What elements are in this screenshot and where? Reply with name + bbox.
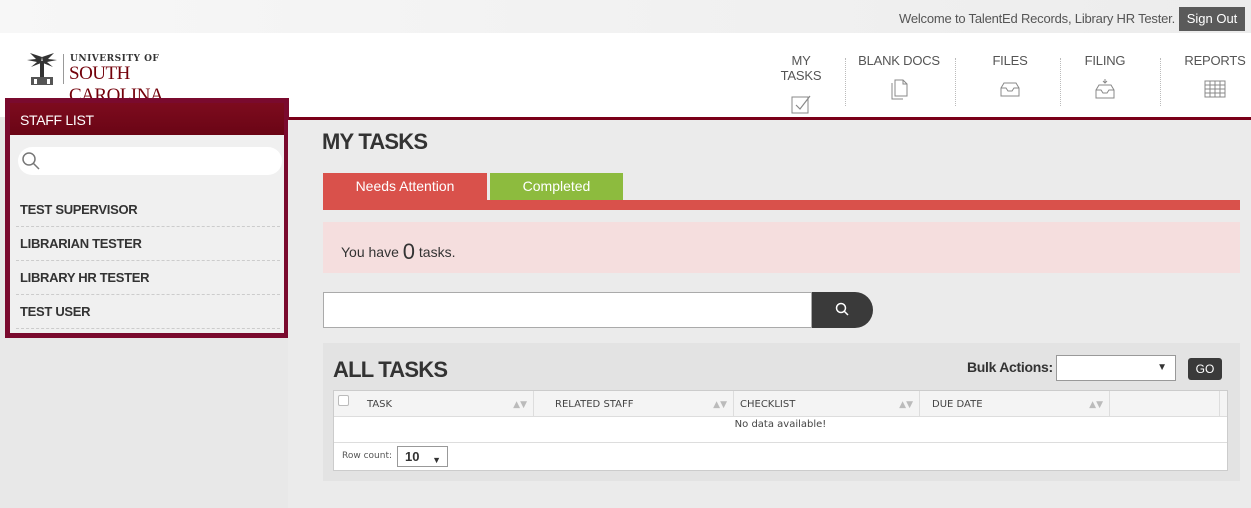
table-header: TASK ▲▼ RELATED STAFF ▲▼ CHECKLIST ▲▼ DU… bbox=[334, 391, 1227, 417]
university-logo[interactable]: UNIVERSITY OF SOUTH CAROLINA bbox=[26, 51, 226, 106]
all-tasks-title: ALL TASKS bbox=[333, 357, 448, 382]
nav-label: FILING bbox=[1084, 53, 1126, 68]
nav-blank-docs[interactable]: BLANK DOCS bbox=[858, 53, 940, 108]
notice-prefix: You have bbox=[341, 244, 399, 260]
all-tasks-panel: ALL TASKS Bulk Actions: ▼ GO TASK ▲▼ REL… bbox=[323, 343, 1240, 481]
column-header-due-date[interactable]: DUE DATE ▲▼ bbox=[920, 391, 1110, 417]
staff-list-item[interactable]: TEST SUPERVISOR bbox=[16, 193, 280, 227]
row-count-label: Row count: bbox=[342, 451, 393, 461]
nav-files[interactable]: FILES bbox=[985, 53, 1035, 108]
go-button[interactable]: GO bbox=[1188, 358, 1222, 380]
notice-suffix: tasks. bbox=[418, 244, 456, 260]
sign-out-button[interactable]: Sign Out bbox=[1179, 7, 1245, 31]
chevron-down-icon: ▼ bbox=[432, 455, 441, 465]
palmetto-tree-icon bbox=[27, 53, 57, 85]
notice-text: You have 0 tasks. bbox=[341, 239, 455, 265]
nav-my-tasks[interactable]: MY TASKS bbox=[770, 53, 832, 114]
welcome-text: Welcome to TalentEd Records, Library HR … bbox=[898, 11, 1175, 26]
nav-separator bbox=[955, 58, 956, 106]
column-label: TASK bbox=[367, 399, 393, 410]
filing-tray-icon bbox=[1095, 79, 1115, 99]
staff-search-input[interactable] bbox=[18, 147, 282, 175]
sort-icon: ▲▼ bbox=[713, 400, 727, 410]
column-label: RELATED STAFF bbox=[555, 399, 634, 410]
tab-needs-attention[interactable]: Needs Attention bbox=[323, 173, 487, 200]
nav-label: REPORTS bbox=[1184, 53, 1246, 68]
table-footer: Row count: 10 ▼ bbox=[334, 442, 1227, 470]
nav-label: BLANK DOCS bbox=[858, 53, 940, 68]
bulk-actions-select[interactable]: ▼ bbox=[1056, 355, 1176, 381]
nav-separator bbox=[1060, 58, 1061, 106]
sort-icon: ▲▼ bbox=[899, 400, 913, 410]
column-label: CHECKLIST bbox=[740, 399, 796, 410]
inbox-tray-icon bbox=[1000, 82, 1020, 97]
nav-label: MY TASKS bbox=[780, 53, 822, 83]
search-icon bbox=[835, 302, 849, 316]
search-icon bbox=[22, 152, 40, 170]
column-header-related-staff[interactable]: RELATED STAFF ▲▼ bbox=[534, 391, 734, 417]
chevron-down-icon: ▼ bbox=[1157, 362, 1167, 373]
sort-icon: ▲▼ bbox=[513, 400, 527, 410]
task-count: 0 bbox=[402, 239, 416, 264]
checkbox-icon bbox=[791, 95, 811, 114]
row-count-select[interactable]: 10 ▼ bbox=[397, 446, 448, 467]
nav-label: FILES bbox=[992, 53, 1028, 68]
logo-divider bbox=[63, 54, 64, 84]
staff-list-item[interactable]: TEST USER bbox=[16, 295, 280, 329]
nav-separator bbox=[1160, 58, 1161, 106]
staff-list-title: STAFF LIST bbox=[10, 103, 284, 135]
task-notice: You have 0 tasks. bbox=[323, 222, 1240, 273]
row-count-value: 10 bbox=[405, 449, 420, 464]
empty-table-message: No data available! bbox=[734, 419, 827, 430]
document-icon bbox=[891, 79, 908, 100]
nav-filing[interactable]: FILING bbox=[1080, 53, 1130, 108]
grid-table-icon bbox=[1204, 80, 1226, 98]
column-header-actions bbox=[1110, 391, 1220, 417]
task-search-input[interactable] bbox=[323, 292, 812, 328]
page-title: MY TASKS bbox=[322, 129, 428, 154]
staff-list-item[interactable]: LIBRARY HR TESTER bbox=[16, 261, 280, 295]
nav-reports[interactable]: REPORTS bbox=[1183, 53, 1247, 108]
nav-separator bbox=[845, 58, 846, 106]
select-all-checkbox[interactable] bbox=[338, 395, 349, 406]
column-header-checklist[interactable]: CHECKLIST ▲▼ bbox=[734, 391, 920, 417]
column-label: DUE DATE bbox=[932, 399, 983, 410]
staff-list-item[interactable]: LIBRARIAN TESTER bbox=[16, 227, 280, 261]
staff-list-panel: STAFF LIST TEST SUPERVISOR LIBRARIAN TES… bbox=[5, 98, 289, 338]
top-bar: Welcome to TalentEd Records, Library HR … bbox=[0, 0, 1251, 33]
tab-completed[interactable]: Completed bbox=[490, 173, 623, 200]
sort-icon: ▲▼ bbox=[1089, 400, 1103, 410]
tab-underline bbox=[323, 200, 1240, 210]
task-search-button[interactable] bbox=[812, 292, 873, 328]
column-header-task[interactable]: TASK ▲▼ bbox=[334, 391, 534, 417]
tasks-table: TASK ▲▼ RELATED STAFF ▲▼ CHECKLIST ▲▼ DU… bbox=[333, 390, 1228, 471]
bulk-actions-label: Bulk Actions: bbox=[967, 359, 1053, 375]
